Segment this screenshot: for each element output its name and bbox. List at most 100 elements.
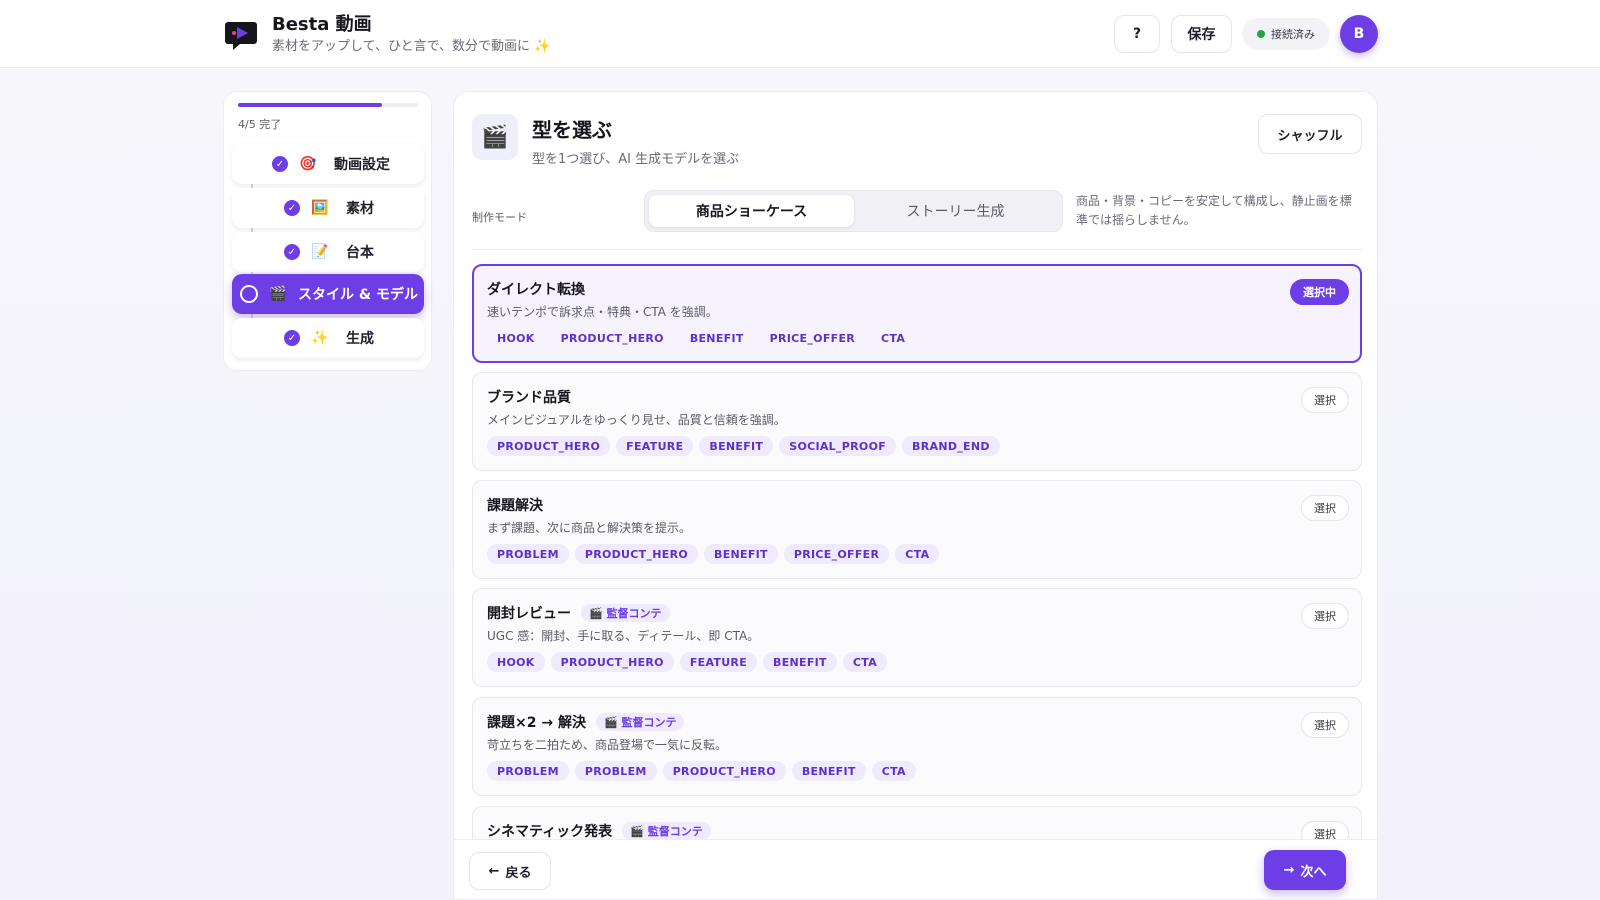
scene-tag: CTA bbox=[871, 761, 916, 781]
scene-tag: SOCIAL_PROOF bbox=[779, 436, 897, 456]
shuffle-button[interactable]: シャッフル bbox=[1258, 114, 1362, 154]
check-icon: ✓ bbox=[284, 200, 300, 216]
template-name-text: シネマティック発表 bbox=[487, 824, 613, 840]
mode-option-story[interactable]: ストーリー生成 bbox=[853, 195, 1058, 227]
template-card[interactable]: 開封レビュー 🎬 監督コンテ UGC 感：開封、手に取る、ディテール、即 CTA。 H… bbox=[472, 588, 1362, 687]
template-tags: PRODUCT_HERO FEATURE BENEFIT SOCIAL_PROOF BR… bbox=[487, 436, 1006, 456]
check-icon: ✓ bbox=[272, 156, 288, 172]
select-button[interactable]: 選択 bbox=[1301, 603, 1349, 629]
storyboard-badge: 🎬 監督コンテ bbox=[622, 822, 711, 840]
template-card[interactable]: ブランド品質メインビジュアルをゆっくり見せ、品質と信頼を強調。 PRODUCT_H… bbox=[472, 372, 1362, 471]
step-label: 素材 bbox=[346, 201, 374, 217]
brand: Besta 動画 素材をアップして、ひと言で、数分で動画に ✨ bbox=[224, 14, 550, 56]
scene-tag: PROBLEM bbox=[487, 761, 569, 781]
scene-tag: CTA bbox=[895, 544, 940, 564]
divider bbox=[472, 249, 1362, 250]
help-button[interactable]: ? bbox=[1114, 15, 1160, 53]
mode-toggle: 商品ショーケース ストーリー生成 bbox=[644, 190, 1063, 232]
step-generate[interactable]: ✓ ✨ 生成 bbox=[232, 318, 424, 358]
selected-button[interactable]: 選択中 bbox=[1290, 279, 1349, 305]
storyboard-badge: 🎬 監督コンテ bbox=[581, 604, 670, 622]
scene-tag: FEATURE bbox=[616, 436, 694, 456]
scene-tag: PRODUCT_HERO bbox=[560, 331, 664, 345]
page-title: 型を選ぶ bbox=[532, 118, 612, 142]
storyboard-badge: 🎬 監督コンテ bbox=[595, 713, 685, 731]
scene-tag: FEATURE bbox=[679, 652, 758, 672]
arrow-right-icon: → bbox=[1283, 862, 1295, 878]
step-video-settings[interactable]: ✓ 🎯 動画設定 bbox=[232, 144, 424, 184]
steps-sidebar: 4/5 完了 ✓ 🎯 動画設定 ✓ 🖼️ 素材 ✓ 📝 台本 🎬 スタイル & … bbox=[223, 91, 432, 371]
select-button[interactable]: 選択 bbox=[1301, 712, 1349, 738]
scene-tag: BENEFIT bbox=[704, 544, 778, 564]
scene-tag: BRAND_END bbox=[902, 436, 1000, 456]
template-name-text: 開封レビュー bbox=[487, 606, 571, 622]
mode-label: 制作モード bbox=[472, 211, 527, 224]
back-label: 戻る bbox=[505, 865, 532, 881]
select-button[interactable]: 選択 bbox=[1301, 387, 1349, 413]
clapper-icon: 🎬 bbox=[472, 114, 518, 160]
template-tags: HOOK PRODUCT_HERO FEATURE BENEFIT CTA bbox=[487, 652, 893, 672]
image-icon: 🖼️ bbox=[311, 200, 329, 216]
arrow-left-icon: ← bbox=[488, 863, 500, 879]
scene-tag: BENEFIT bbox=[699, 436, 774, 456]
step-script[interactable]: ✓ 📝 台本 bbox=[232, 232, 424, 272]
app-header: Besta 動画 素材をアップして、ひと言で、数分で動画に ✨ ? 保存 接続済… bbox=[0, 0, 1600, 68]
template-card[interactable]: ダイレクト転換 速いテンポで訴求点・特典・CTA を強調。 HOOK PRODUCT_… bbox=[472, 264, 1362, 363]
select-button[interactable]: 選択 bbox=[1301, 495, 1349, 521]
template-description: 苛立ちを二拍ため、商品登場で一気に反転。 bbox=[487, 738, 728, 752]
step-style-model[interactable]: 🎬 スタイル & モデル bbox=[232, 274, 424, 314]
scene-tag: PRODUCT_HERO bbox=[662, 761, 786, 781]
progress-bar-fill bbox=[238, 103, 382, 107]
template-description: UGC 感：開封、手に取る、ディテール、即 CTA。 bbox=[487, 629, 760, 643]
memo-icon: 📝 bbox=[311, 244, 329, 260]
save-button[interactable]: 保存 bbox=[1171, 15, 1232, 53]
template-description: メインビジュアルをゆっくり見せ、品質と信頼を強調。 bbox=[487, 413, 786, 427]
template-name-text: ダイレクト転換 bbox=[487, 282, 585, 298]
step-label: スタイル & モデル bbox=[298, 287, 418, 303]
chat-play-logo-icon bbox=[225, 22, 257, 50]
mode-option-showcase[interactable]: 商品ショーケース bbox=[649, 195, 854, 227]
sparkles-icon: ✨ bbox=[311, 330, 329, 346]
template-tags: HOOK PRODUCT_HERO BENEFIT PRICE_OFFER CTA bbox=[487, 328, 921, 348]
step-label: 台本 bbox=[346, 245, 374, 261]
clapper-icon: 🎬 bbox=[269, 286, 287, 302]
step-label: 動画設定 bbox=[334, 157, 390, 173]
back-button[interactable]: ← 戻る bbox=[469, 852, 551, 890]
template-name: シネマティック発表 🎬 監督コンテ bbox=[487, 821, 711, 841]
next-button[interactable]: → 次へ bbox=[1264, 850, 1346, 890]
check-icon: ✓ bbox=[284, 330, 300, 346]
status-dot-icon bbox=[1257, 30, 1265, 38]
progress-text: 4/5 完了 bbox=[238, 118, 282, 131]
scene-tag: PRICE_OFFER bbox=[769, 331, 856, 345]
scene-tag: HOOK bbox=[497, 331, 535, 345]
template-name: ダイレクト転換 bbox=[487, 279, 585, 299]
template-name-text: 課題×2 → 解決 bbox=[487, 715, 586, 731]
template-name: 開封レビュー 🎬 監督コンテ bbox=[487, 603, 670, 623]
footer-bar: ← 戻る → 次へ bbox=[454, 839, 1377, 899]
scene-tag: PROBLEM bbox=[574, 761, 657, 781]
check-icon: ✓ bbox=[284, 244, 300, 260]
template-tags: PROBLEM PROBLEM PRODUCT_HERO BENEFIT CTA bbox=[487, 761, 922, 781]
next-label: 次へ bbox=[1300, 864, 1327, 880]
step-materials[interactable]: ✓ 🖼️ 素材 bbox=[232, 188, 424, 228]
mode-description: 商品・背景・コピーを安定して構成し、静止画を標準では揺らしません。 bbox=[1076, 194, 1352, 227]
page-subtitle: 型を1つ選び、AI 生成モデルを選ぶ bbox=[532, 152, 740, 167]
template-name: 課題×2 → 解決 🎬 監督コンテ bbox=[487, 712, 685, 732]
template-description: まず課題、次に商品と解決策を提示。 bbox=[487, 521, 692, 535]
template-name: 課題解決 bbox=[487, 495, 543, 515]
target-icon: 🎯 bbox=[299, 156, 317, 172]
template-name-text: 課題解決 bbox=[487, 498, 543, 514]
app-title: Besta 動画 bbox=[272, 14, 372, 35]
connection-status-label: 接続済み bbox=[1271, 28, 1315, 41]
scene-tag: PRODUCT_HERO bbox=[487, 436, 611, 456]
template-card[interactable]: 課題×2 → 解決 🎬 監督コンテ苛立ちを二拍ため、商品登場で一気に反転。 PROB… bbox=[472, 697, 1362, 796]
scene-tag: BENEFIT bbox=[791, 761, 866, 781]
scene-tag: CTA bbox=[881, 331, 906, 345]
scene-tag: CTA bbox=[842, 652, 888, 672]
progress-bar bbox=[238, 103, 418, 107]
template-card[interactable]: 課題解決 まず課題、次に商品と解決策を提示。 PROBLEM PRODUCT_HERO… bbox=[472, 480, 1362, 579]
template-name-text: ブランド品質 bbox=[487, 390, 571, 406]
step-label: 生成 bbox=[346, 331, 374, 347]
user-avatar[interactable]: B bbox=[1340, 15, 1378, 53]
current-step-ring-icon bbox=[240, 285, 258, 303]
